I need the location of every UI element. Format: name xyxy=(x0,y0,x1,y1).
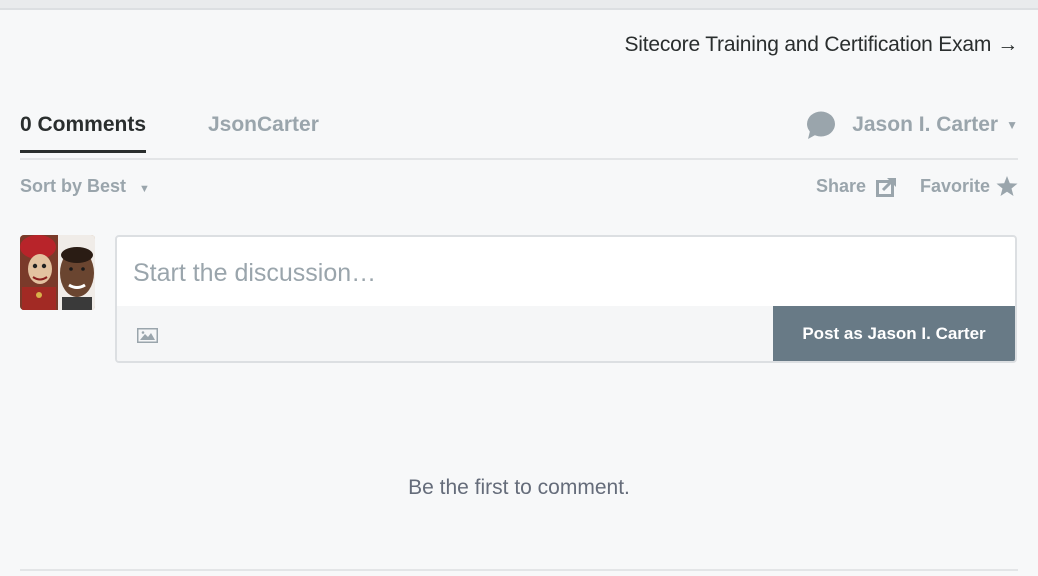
star-icon xyxy=(996,176,1018,196)
divider xyxy=(20,569,1018,571)
composer-toolbar: Post as Jason I. Carter xyxy=(117,306,1015,361)
user-menu[interactable]: Jason I. Carter ▼ xyxy=(806,111,1018,139)
user-name[interactable]: Jason I. Carter xyxy=(852,113,998,137)
discussion-tabs: 0 Comments JsonCarter Jason I. Carter ▼ xyxy=(20,108,1018,160)
top-border xyxy=(0,0,1038,10)
caret-down-icon: ▼ xyxy=(139,183,150,195)
post-button[interactable]: Post as Jason I. Carter xyxy=(773,306,1015,361)
next-article-label[interactable]: Sitecore Training and Certification Exam xyxy=(625,33,992,56)
sort-dropdown[interactable]: Sort by Best ▼ xyxy=(20,176,150,197)
favorite-button[interactable]: Favorite xyxy=(920,176,1018,197)
sort-label[interactable]: Sort by Best xyxy=(20,176,126,196)
thread-actions: Share Favorite xyxy=(816,176,1018,197)
avatar xyxy=(20,235,95,310)
arrow-right-icon: → xyxy=(997,33,1018,56)
caret-down-icon: ▼ xyxy=(1006,118,1018,132)
favorite-label: Favorite xyxy=(919,176,990,196)
share-icon xyxy=(875,177,896,197)
share-button[interactable]: Share xyxy=(816,176,898,197)
next-article-link[interactable]: Sitecore Training and Certification Exam… xyxy=(625,33,1019,57)
tab-community[interactable]: JsonCarter xyxy=(208,113,319,137)
tab-comments[interactable]: 0 Comments xyxy=(20,113,147,153)
image-icon[interactable] xyxy=(137,328,158,343)
empty-state-message: Be the first to comment. xyxy=(408,476,630,499)
chat-bubble-icon xyxy=(806,111,836,139)
comment-input[interactable]: Start the discussion… xyxy=(117,237,1015,309)
share-label: Share xyxy=(815,176,866,196)
comment-composer: Start the discussion… Post as Jason I. C… xyxy=(115,235,1017,363)
